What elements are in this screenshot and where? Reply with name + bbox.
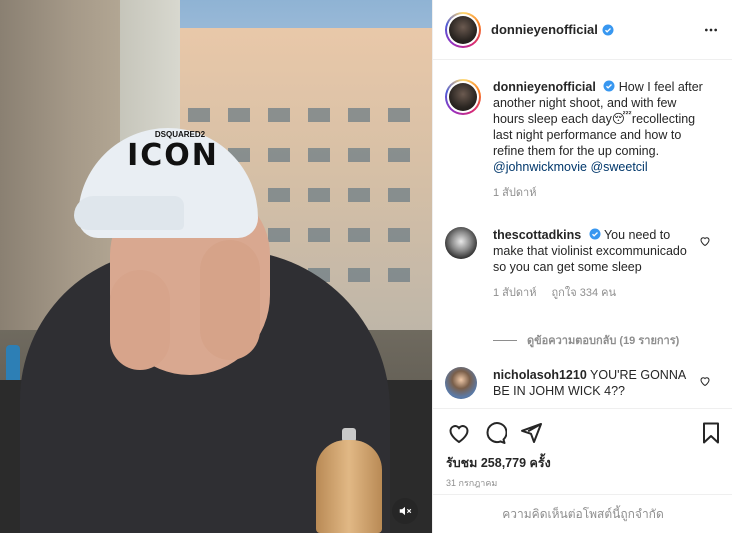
sleeping-emoji: 😴 <box>611 112 632 126</box>
video-hand-left <box>110 270 170 370</box>
caption-body: donnieyenofficial How I feel after anoth… <box>493 79 709 201</box>
post-actions: รับชม 258,779 ครั้ง 31 กรกฎาคม ความคิดเห… <box>433 408 732 533</box>
comments-limited-notice: ความคิดเห็นต่อโพสต์นี้ถูกจำกัด <box>433 494 732 533</box>
video-cap-brim <box>74 196 184 230</box>
more-horizontal-icon[interactable] <box>703 22 719 38</box>
caption-avatar[interactable] <box>445 79 481 115</box>
caption-time[interactable]: 1 สัปดาห์ <box>493 187 536 199</box>
caption-username[interactable]: donnieyenofficial <box>493 80 596 94</box>
mute-button[interactable] <box>392 498 418 524</box>
view-replies-button[interactable]: ดูข้อความตอบกลับ (19 รายการ) <box>493 331 679 349</box>
verified-badge-icon <box>602 24 614 35</box>
header-username[interactable]: donnieyenofficial <box>491 22 598 37</box>
comment-likes[interactable]: ถูกใจ 334 คน <box>552 287 616 299</box>
comment-avatar[interactable] <box>445 227 477 259</box>
comment-body: nicholasoh1210 YOU'RE GONNA BE IN JOHM W… <box>493 367 703 399</box>
comment-like-heart-icon[interactable] <box>699 375 711 387</box>
mention-sweetcil[interactable]: @sweetcil <box>590 160 647 174</box>
comment-item: nicholasoh1210 YOU'RE GONNA BE IN JOHM W… <box>445 367 727 399</box>
comments-limited-label: ความคิดเห็นต่อโพสต์นี้ถูกจำกัด <box>502 507 664 521</box>
post-header: donnieyenofficial <box>433 0 732 60</box>
verified-badge-icon <box>603 80 615 92</box>
caption-meta: 1 สัปดาห์ <box>493 185 709 201</box>
caption-row: donnieyenofficial How I feel after anoth… <box>445 79 727 201</box>
view-count[interactable]: รับชม 258,779 ครั้ง <box>446 453 551 473</box>
comment-username[interactable]: thescottadkins <box>493 228 581 242</box>
post-side-panel: donnieyenofficial donnieyenofficial How … <box>432 0 732 533</box>
comment-like-heart-icon[interactable] <box>699 235 711 247</box>
verified-badge-icon <box>589 228 601 240</box>
volume-muted-icon <box>399 506 412 516</box>
video-pepper-grinder <box>316 440 382 533</box>
video-hand-right <box>200 240 260 360</box>
comments-section[interactable]: donnieyenofficial How I feel after anoth… <box>433 61 732 408</box>
bookmark-icon[interactable] <box>699 421 723 445</box>
cap-logo-text: ICON <box>127 138 219 173</box>
avatar[interactable] <box>445 11 481 48</box>
heart-icon[interactable] <box>447 421 471 445</box>
mention-johnwickmovie[interactable]: @johnwickmovie <box>493 160 587 174</box>
comment-username[interactable]: nicholasoh1210 <box>493 368 587 382</box>
view-replies-label: ดูข้อความตอบกลับ (19 รายการ) <box>527 335 680 347</box>
comment-icon[interactable] <box>483 421 507 445</box>
post-date[interactable]: 31 กรกฎาคม <box>446 476 497 490</box>
comment-item: thescottadkins You need to make that vio… <box>445 227 727 301</box>
comment-meta: 1 สัปดาห์ ถูกใจ 334 คน <box>493 285 703 301</box>
comment-time[interactable]: 1 สัปดาห์ <box>493 287 536 299</box>
view-replies-dash <box>493 339 517 341</box>
share-icon[interactable] <box>519 421 543 445</box>
comment-avatar[interactable] <box>445 367 477 399</box>
instagram-post: DSQUARED2 ICON donnieyenofficial donniey… <box>0 0 732 533</box>
comment-body: thescottadkins You need to make that vio… <box>493 227 703 301</box>
post-video[interactable]: DSQUARED2 ICON <box>0 0 432 533</box>
